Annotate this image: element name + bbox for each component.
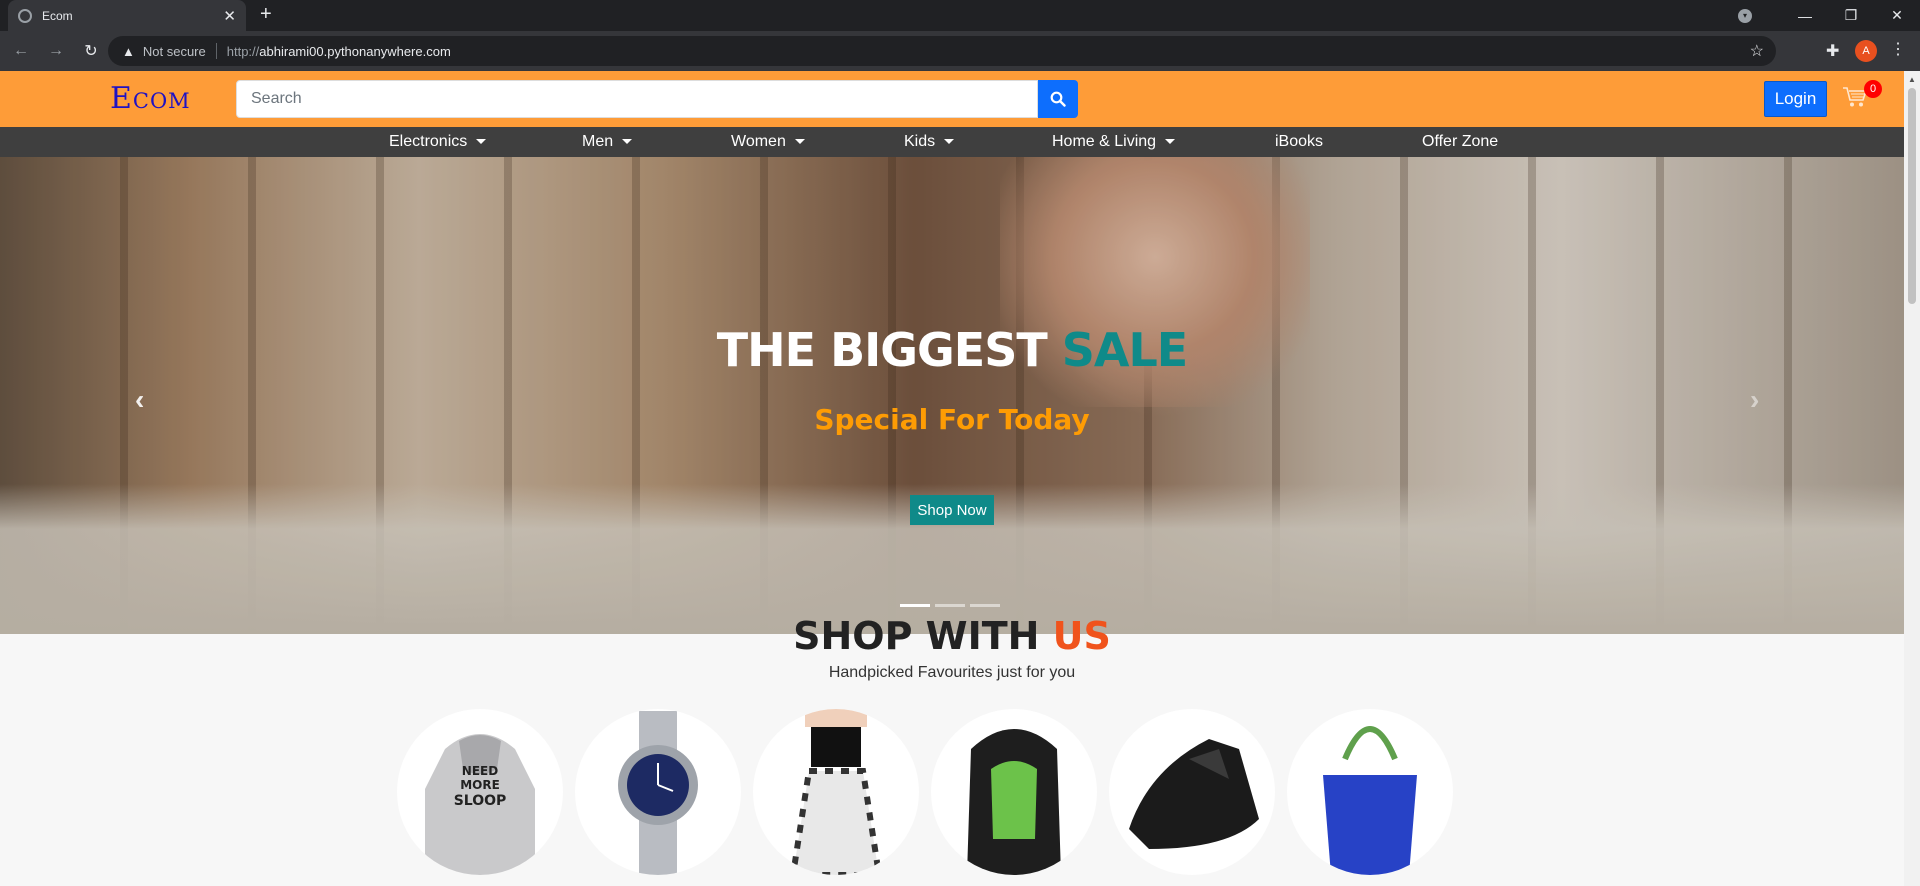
- extensions-puzzle-icon[interactable]: ✚: [1826, 41, 1839, 61]
- nav-item-label: Home & Living: [1052, 133, 1157, 150]
- close-window-icon[interactable]: ✕: [1874, 7, 1920, 24]
- nav-item-ibooks[interactable]: iBooks: [1275, 133, 1323, 151]
- nav-item-label: Electronics: [389, 133, 468, 150]
- browser-tab[interactable]: Ecom ✕: [8, 0, 246, 31]
- browser-toolbar: ← → ↻ ▲ Not secure http:// abhirami00.py…: [0, 31, 1920, 71]
- nav-item-offer-zone[interactable]: Offer Zone: [1422, 133, 1498, 151]
- chevron-left-icon[interactable]: ‹: [135, 384, 144, 416]
- search-input[interactable]: [236, 80, 1038, 118]
- product-watch[interactable]: [575, 709, 741, 875]
- product-handbag[interactable]: [1287, 709, 1453, 875]
- browser-tabbar: Ecom ✕ + ▾ — ❐ ✕: [0, 0, 1920, 31]
- watch-image: [618, 711, 698, 875]
- globe-icon: [18, 8, 32, 23]
- shoes-image: [1129, 739, 1259, 849]
- caret-down-icon: [944, 139, 955, 145]
- caret-down-icon: [622, 139, 633, 145]
- warning-icon[interactable]: ▲: [122, 44, 135, 59]
- hoodie-print: MORE: [460, 778, 500, 792]
- url-protocol: http://: [226, 43, 260, 59]
- hero-title-main: THE BIGGEST: [716, 323, 1062, 377]
- shop-now-button[interactable]: Shop Now: [910, 495, 994, 525]
- search-button[interactable]: [1038, 80, 1078, 118]
- shop-section-subtitle: Handpicked Favourites just for you: [828, 664, 1076, 681]
- page-scrollbar[interactable]: ▲: [1904, 71, 1920, 886]
- new-tab-button[interactable]: +: [260, 3, 272, 26]
- hero-overlay: [0, 157, 1904, 634]
- restore-icon[interactable]: ❐: [1828, 7, 1874, 24]
- close-tab-icon[interactable]: ✕: [223, 7, 236, 25]
- minimize-icon[interactable]: —: [1782, 8, 1828, 24]
- nav-item-label: Men: [582, 133, 614, 150]
- forward-icon[interactable]: →: [42, 42, 70, 60]
- carousel-indicator[interactable]: [970, 604, 1000, 607]
- hoodie-image: NEED MORE SLOOP: [425, 734, 535, 875]
- carousel-indicators: [900, 604, 1000, 607]
- cart-count-badge: 0: [1864, 80, 1882, 98]
- back-icon[interactable]: ←: [7, 42, 35, 60]
- divider: [215, 43, 217, 59]
- carousel-indicator[interactable]: [935, 604, 965, 607]
- caret-down-icon: [794, 139, 805, 145]
- bookmark-star-icon[interactable]: ☆: [1750, 41, 1764, 61]
- browser-menu-icon[interactable]: ⋮: [1890, 39, 1906, 59]
- skirt-outfit-image: [789, 709, 883, 875]
- site-header: Ecom Login 0: [0, 71, 1904, 127]
- shop-section-title: SHOP WITH US: [0, 614, 1904, 658]
- site-logo[interactable]: Ecom: [110, 81, 191, 116]
- hero-title-accent: SALE: [1061, 323, 1188, 377]
- address-bar[interactable]: ▲ Not secure http:// abhirami00.pythonan…: [108, 36, 1776, 66]
- backpack-image: [967, 729, 1061, 875]
- nav-item-women[interactable]: Women: [731, 133, 805, 151]
- caret-down-icon: [1165, 139, 1176, 145]
- hoodie-print: NEED: [462, 764, 498, 778]
- chevron-right-icon[interactable]: ›: [1750, 384, 1759, 416]
- reload-icon[interactable]: ↻: [77, 41, 105, 61]
- product-skirt-outfit[interactable]: [753, 709, 919, 875]
- tab-search-icon[interactable]: ▾: [1738, 8, 1752, 23]
- hero-title: THE BIGGEST SALE: [0, 323, 1904, 377]
- product-hoodie[interactable]: NEED MORE SLOOP: [397, 709, 563, 875]
- category-navbar: Electronics Men Women Kids Home & Living…: [0, 127, 1904, 157]
- product-shoes[interactable]: [1109, 709, 1275, 875]
- caret-down-icon: [476, 139, 487, 145]
- carousel-indicator[interactable]: [900, 604, 930, 607]
- window-controls: ▾ — ❐ ✕: [1738, 0, 1920, 31]
- product-backpack[interactable]: [931, 709, 1097, 875]
- hoodie-print: SLOOP: [454, 793, 507, 809]
- login-button[interactable]: Login: [1764, 81, 1827, 117]
- nav-item-label: Women: [731, 133, 786, 150]
- nav-item-kids[interactable]: Kids: [904, 133, 955, 151]
- scroll-up-icon[interactable]: ▲: [1908, 75, 1916, 84]
- hero-carousel: THE BIGGEST SALE Special For Today Shop …: [0, 157, 1904, 634]
- shop-title-main: SHOP WITH: [793, 614, 1053, 658]
- shop-title-accent: US: [1052, 614, 1111, 658]
- nav-item-home-living[interactable]: Home & Living: [1052, 133, 1176, 151]
- search-icon: [1050, 91, 1066, 107]
- profile-avatar[interactable]: A: [1855, 40, 1877, 62]
- handbag-image: [1323, 726, 1417, 875]
- scrollbar-thumb[interactable]: [1908, 88, 1916, 304]
- nav-item-electronics[interactable]: Electronics: [389, 133, 487, 151]
- nav-item-label: Kids: [904, 133, 936, 150]
- url-host: abhirami00.pythonanywhere.com: [259, 43, 451, 59]
- product-row: NEED MORE SLOOP: [0, 709, 1904, 875]
- hero-subtitle: Special For Today: [814, 403, 1090, 436]
- security-label[interactable]: Not secure: [143, 44, 206, 59]
- search-bar: [236, 80, 1078, 118]
- tab-title: Ecom: [42, 8, 73, 23]
- nav-item-men[interactable]: Men: [582, 133, 633, 151]
